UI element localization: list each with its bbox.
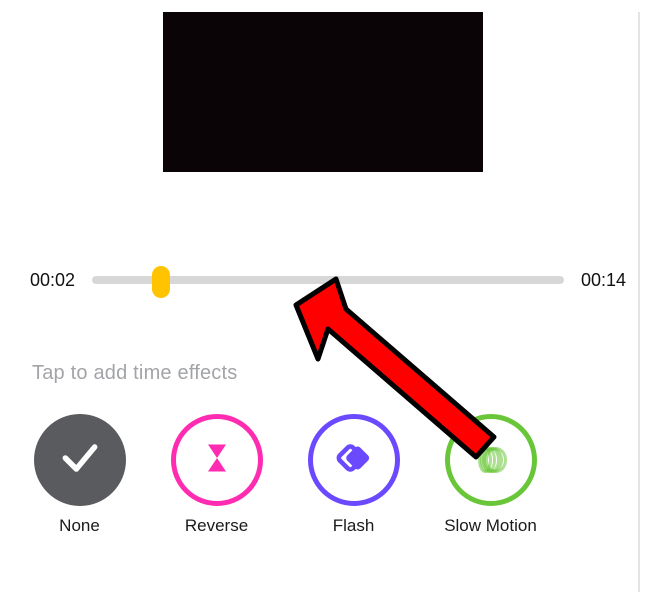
effect-none-circle: [34, 414, 126, 506]
effects-hint: Tap to add time effects: [32, 362, 237, 385]
effect-flash-label: Flash: [333, 516, 375, 536]
effect-flash-circle: [308, 414, 400, 506]
slow-motion-icon: [469, 438, 513, 482]
flash-icon: [332, 436, 376, 485]
app-frame: 00:02 00:14 Tap to add time effects None: [0, 0, 660, 604]
effect-none-label: None: [59, 516, 100, 536]
timeline: 00:02 00:14: [30, 260, 626, 300]
effect-reverse-label: Reverse: [185, 516, 248, 536]
timeline-thumb[interactable]: [152, 266, 170, 298]
effects-panel: 00:02 00:14 Tap to add time effects None: [18, 12, 640, 592]
effect-flash[interactable]: Flash: [306, 414, 401, 536]
video-preview[interactable]: [163, 12, 483, 172]
check-icon: [58, 436, 102, 485]
effect-reverse-circle: [171, 414, 263, 506]
effect-slow-motion-circle: [445, 414, 537, 506]
hourglass-icon: [199, 440, 235, 481]
effects-row: None Reverse: [32, 414, 592, 536]
effect-slow-motion-label: Slow Motion: [444, 516, 537, 536]
time-total: 00:14: [572, 270, 626, 291]
effect-slow-motion[interactable]: Slow Motion: [443, 414, 538, 536]
time-current: 00:02: [30, 270, 84, 291]
timeline-track[interactable]: [92, 276, 564, 284]
effect-reverse[interactable]: Reverse: [169, 414, 264, 536]
effect-none[interactable]: None: [32, 414, 127, 536]
